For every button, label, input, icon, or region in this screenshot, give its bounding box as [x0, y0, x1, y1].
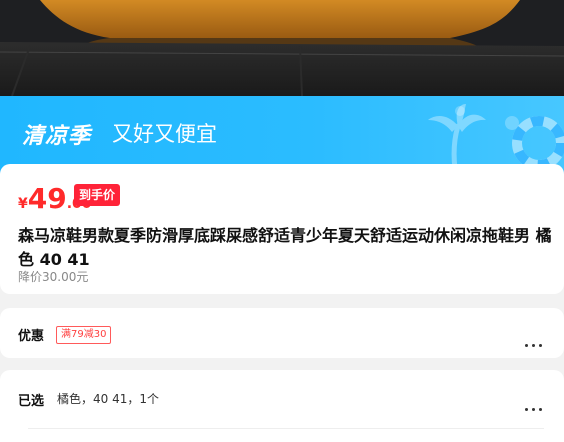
more-dots-icon[interactable]: [521, 396, 542, 415]
promo-row[interactable]: 优惠 满79减30: [0, 308, 564, 358]
product-title[interactable]: 森马凉鞋男款夏季防滑厚底踩屎感舒适青少年夏天舒适运动休闲凉拖鞋男 橘色 40 4…: [18, 224, 554, 272]
shoe-sole-image: [0, 0, 564, 96]
selected-value: 橘色，40 41，1个: [57, 392, 159, 406]
banner-subtitle: 又好又便宜: [112, 122, 217, 146]
coupon-badge[interactable]: 满79减30: [56, 326, 112, 344]
promo-label: 优惠: [18, 329, 45, 344]
selected-options-row[interactable]: 已选 橘色，40 41，1个: [0, 370, 564, 442]
divider: [28, 428, 544, 429]
product-image[interactable]: [0, 0, 564, 96]
selected-label: 已选: [18, 394, 45, 409]
price-integer: 49: [27, 182, 67, 215]
more-dots-icon[interactable]: [521, 332, 542, 351]
promo-banner[interactable]: 清凉季 又好又便宜: [0, 96, 564, 174]
final-price-badge: 到手价: [74, 184, 120, 206]
price-card: ¥49.00 到手价 森马凉鞋男款夏季防滑厚底踩屎感舒适青少年夏天舒适运动休闲凉…: [0, 164, 564, 294]
banner-title: 清凉季: [22, 124, 92, 149]
reduced-price-text: 降价30.00元: [18, 270, 89, 284]
currency-symbol: ¥: [18, 196, 28, 212]
